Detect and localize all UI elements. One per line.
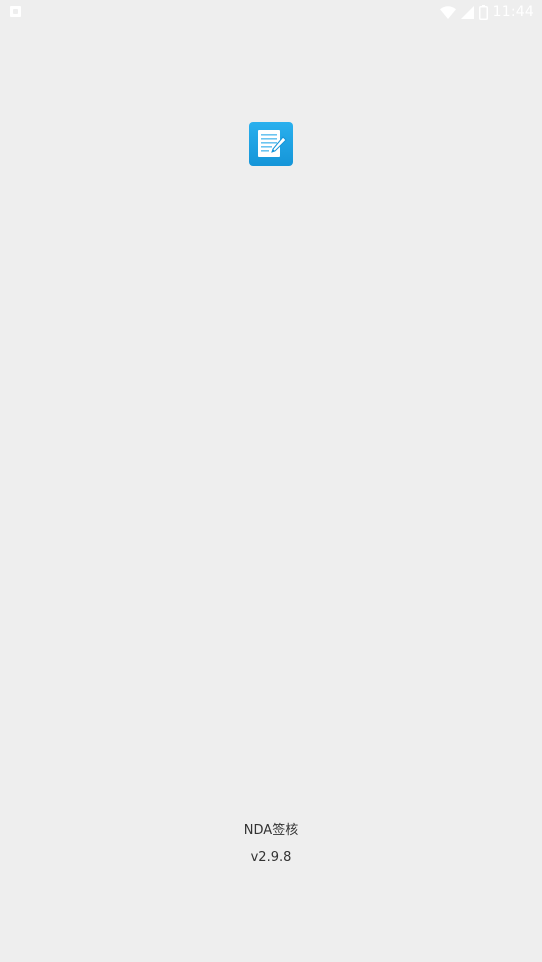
app-name-label: NDA签核 — [243, 823, 299, 838]
app-version-label: v2.9.8 — [250, 850, 292, 865]
status-icons: 11:44 — [439, 3, 534, 21]
cell-signal-icon — [460, 5, 474, 19]
wifi-icon — [439, 5, 456, 19]
battery-icon — [478, 4, 488, 20]
status-bar: 11:44 — [0, 0, 542, 24]
status-clock: 11:44 — [492, 4, 534, 20]
app-logo-icon — [249, 122, 293, 166]
notification-icon — [10, 6, 21, 17]
